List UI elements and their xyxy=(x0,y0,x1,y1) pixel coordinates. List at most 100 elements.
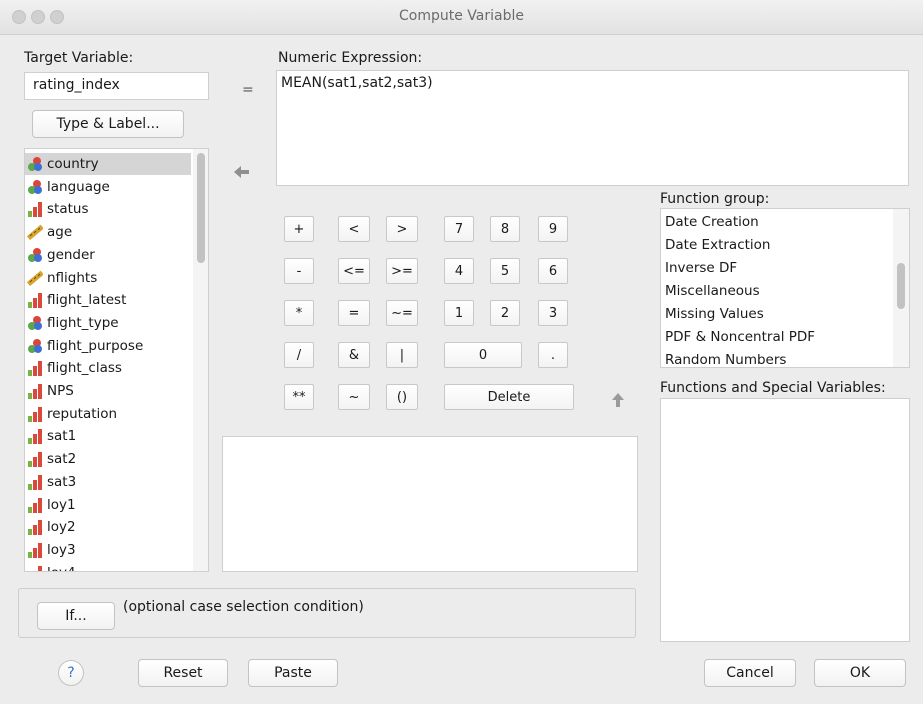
variable-list-item[interactable]: flight_purpose xyxy=(25,335,191,357)
variable-list-item[interactable]: sat1 xyxy=(25,425,191,447)
variable-list-item[interactable]: gender xyxy=(25,244,191,266)
function-group-item[interactable]: Miscellaneous xyxy=(665,283,760,299)
key-plus[interactable]: + xyxy=(284,216,314,242)
nominal-variable-icon xyxy=(28,338,42,353)
variable-name: NPS xyxy=(47,383,74,399)
variable-list-item[interactable]: loy2 xyxy=(25,516,191,538)
numeric-expression-input[interactable]: MEAN(sat1,sat2,sat3) xyxy=(276,70,909,186)
move-to-expression-button[interactable] xyxy=(226,157,258,187)
variable-list-item[interactable]: flight_type xyxy=(25,312,191,334)
key-delete[interactable]: Delete xyxy=(444,384,574,410)
variable-list-item[interactable]: sat2 xyxy=(25,448,191,470)
variable-list-item[interactable]: status xyxy=(25,198,191,220)
nominal-variable-icon xyxy=(28,247,42,262)
variable-list-item[interactable]: reputation xyxy=(25,403,191,425)
function-group-item[interactable]: Random Numbers xyxy=(665,352,786,367)
variable-list-item[interactable]: loy1 xyxy=(25,494,191,516)
key-or[interactable]: | xyxy=(386,342,418,368)
ordinal-variable-icon xyxy=(28,384,42,399)
key-equals[interactable]: = xyxy=(338,300,370,326)
variable-list-item[interactable]: country xyxy=(25,153,191,175)
key-less-equal[interactable]: <= xyxy=(338,258,370,284)
key-greater-than[interactable]: > xyxy=(386,216,418,242)
key-parentheses[interactable]: () xyxy=(386,384,418,410)
variable-list-scroll-thumb[interactable] xyxy=(197,153,205,263)
title-bar: Compute Variable xyxy=(0,0,923,35)
nominal-variable-icon xyxy=(28,179,42,194)
ordinal-variable-icon xyxy=(28,452,42,468)
key-4[interactable]: 4 xyxy=(444,258,474,284)
if-section: If... (optional case selection condition… xyxy=(18,588,636,638)
key-and[interactable]: & xyxy=(338,342,370,368)
nominal-variable-icon xyxy=(28,157,42,171)
variable-name: language xyxy=(47,178,110,195)
if-button[interactable]: If... xyxy=(37,602,115,630)
target-variable-input[interactable]: rating_index xyxy=(24,72,209,100)
variable-name: flight_type xyxy=(47,314,119,331)
paste-button[interactable]: Paste xyxy=(248,659,338,687)
key-minus[interactable]: - xyxy=(284,258,314,284)
variable-name: country xyxy=(47,156,99,172)
function-group-item[interactable]: Missing Values xyxy=(665,306,764,322)
key-power[interactable]: ** xyxy=(284,384,314,410)
function-group-label: Function group: xyxy=(660,191,770,207)
variable-list-item[interactable]: sat3 xyxy=(25,471,191,493)
key-6[interactable]: 6 xyxy=(538,258,568,284)
help-button[interactable]: ? xyxy=(58,660,84,686)
variable-list-scrollbar[interactable] xyxy=(193,149,208,571)
target-variable-label: Target Variable: xyxy=(24,50,134,66)
key-multiply[interactable]: * xyxy=(284,300,314,326)
key-decimal[interactable]: . xyxy=(538,342,568,368)
variable-name: loy1 xyxy=(47,496,76,513)
ok-button[interactable]: OK xyxy=(814,659,906,687)
function-group-item[interactable]: Date Extraction xyxy=(665,237,770,253)
left-arrow-icon xyxy=(234,166,249,178)
variable-list-item[interactable]: age xyxy=(25,221,191,243)
variable-list-item[interactable]: language xyxy=(25,176,191,198)
key-greater-equal[interactable]: >= xyxy=(386,258,418,284)
variable-list-item[interactable]: loy3 xyxy=(25,539,191,561)
variable-list-item[interactable]: flight_latest xyxy=(25,289,191,311)
key-less-than[interactable]: < xyxy=(338,216,370,242)
scale-variable-icon xyxy=(27,224,43,241)
function-group-scrollbar[interactable] xyxy=(893,209,909,367)
key-not[interactable]: ~ xyxy=(338,384,370,410)
variable-list[interactable]: country language status age gender nflights fl… xyxy=(24,148,209,572)
type-label-button[interactable]: Type & Label... xyxy=(32,110,184,138)
key-0[interactable]: 0 xyxy=(444,342,522,368)
key-8[interactable]: 8 xyxy=(490,216,520,242)
variable-list-item[interactable]: nflights xyxy=(25,267,191,289)
ordinal-variable-icon xyxy=(28,293,42,309)
key-5[interactable]: 5 xyxy=(490,258,520,284)
function-group-item[interactable]: Date Creation xyxy=(665,214,759,230)
function-group-scroll-thumb[interactable] xyxy=(897,263,905,309)
variable-name: age xyxy=(47,224,73,241)
function-group-item[interactable]: Inverse DF xyxy=(665,260,737,276)
numeric-expression-text: MEAN(sat1,sat2,sat3) xyxy=(281,75,433,91)
variable-list-item[interactable]: loy4 xyxy=(25,562,191,571)
variable-name: flight_purpose xyxy=(47,337,144,354)
functions-special-list[interactable] xyxy=(660,398,910,642)
move-function-up-button[interactable] xyxy=(604,386,632,414)
key-2[interactable]: 2 xyxy=(490,300,520,326)
ordinal-variable-icon xyxy=(28,542,42,558)
variable-name: sat1 xyxy=(47,428,77,445)
nominal-variable-icon xyxy=(28,315,42,330)
key-3[interactable]: 3 xyxy=(538,300,568,326)
scale-variable-icon xyxy=(27,270,43,286)
reset-button[interactable]: Reset xyxy=(138,659,228,687)
variable-name: gender xyxy=(47,246,95,263)
ordinal-variable-icon xyxy=(28,474,42,490)
key-divide[interactable]: / xyxy=(284,342,314,368)
function-group-item[interactable]: PDF & Noncentral PDF xyxy=(665,329,815,345)
key-not-equal[interactable]: ~= xyxy=(386,300,418,326)
key-7[interactable]: 7 xyxy=(444,216,474,242)
key-9[interactable]: 9 xyxy=(538,216,568,242)
cancel-button[interactable]: Cancel xyxy=(704,659,796,687)
variable-list-item[interactable]: NPS xyxy=(25,380,191,402)
function-group-list[interactable]: Date Creation Date Extraction Inverse DF… xyxy=(660,208,910,368)
keypad: + < > 7 8 9 - <= >= 4 5 6 * = ~= 1 2 3 /… xyxy=(270,200,590,410)
variable-list-item[interactable]: flight_class xyxy=(25,357,191,379)
key-1[interactable]: 1 xyxy=(444,300,474,326)
help-icon: ? xyxy=(67,665,75,681)
